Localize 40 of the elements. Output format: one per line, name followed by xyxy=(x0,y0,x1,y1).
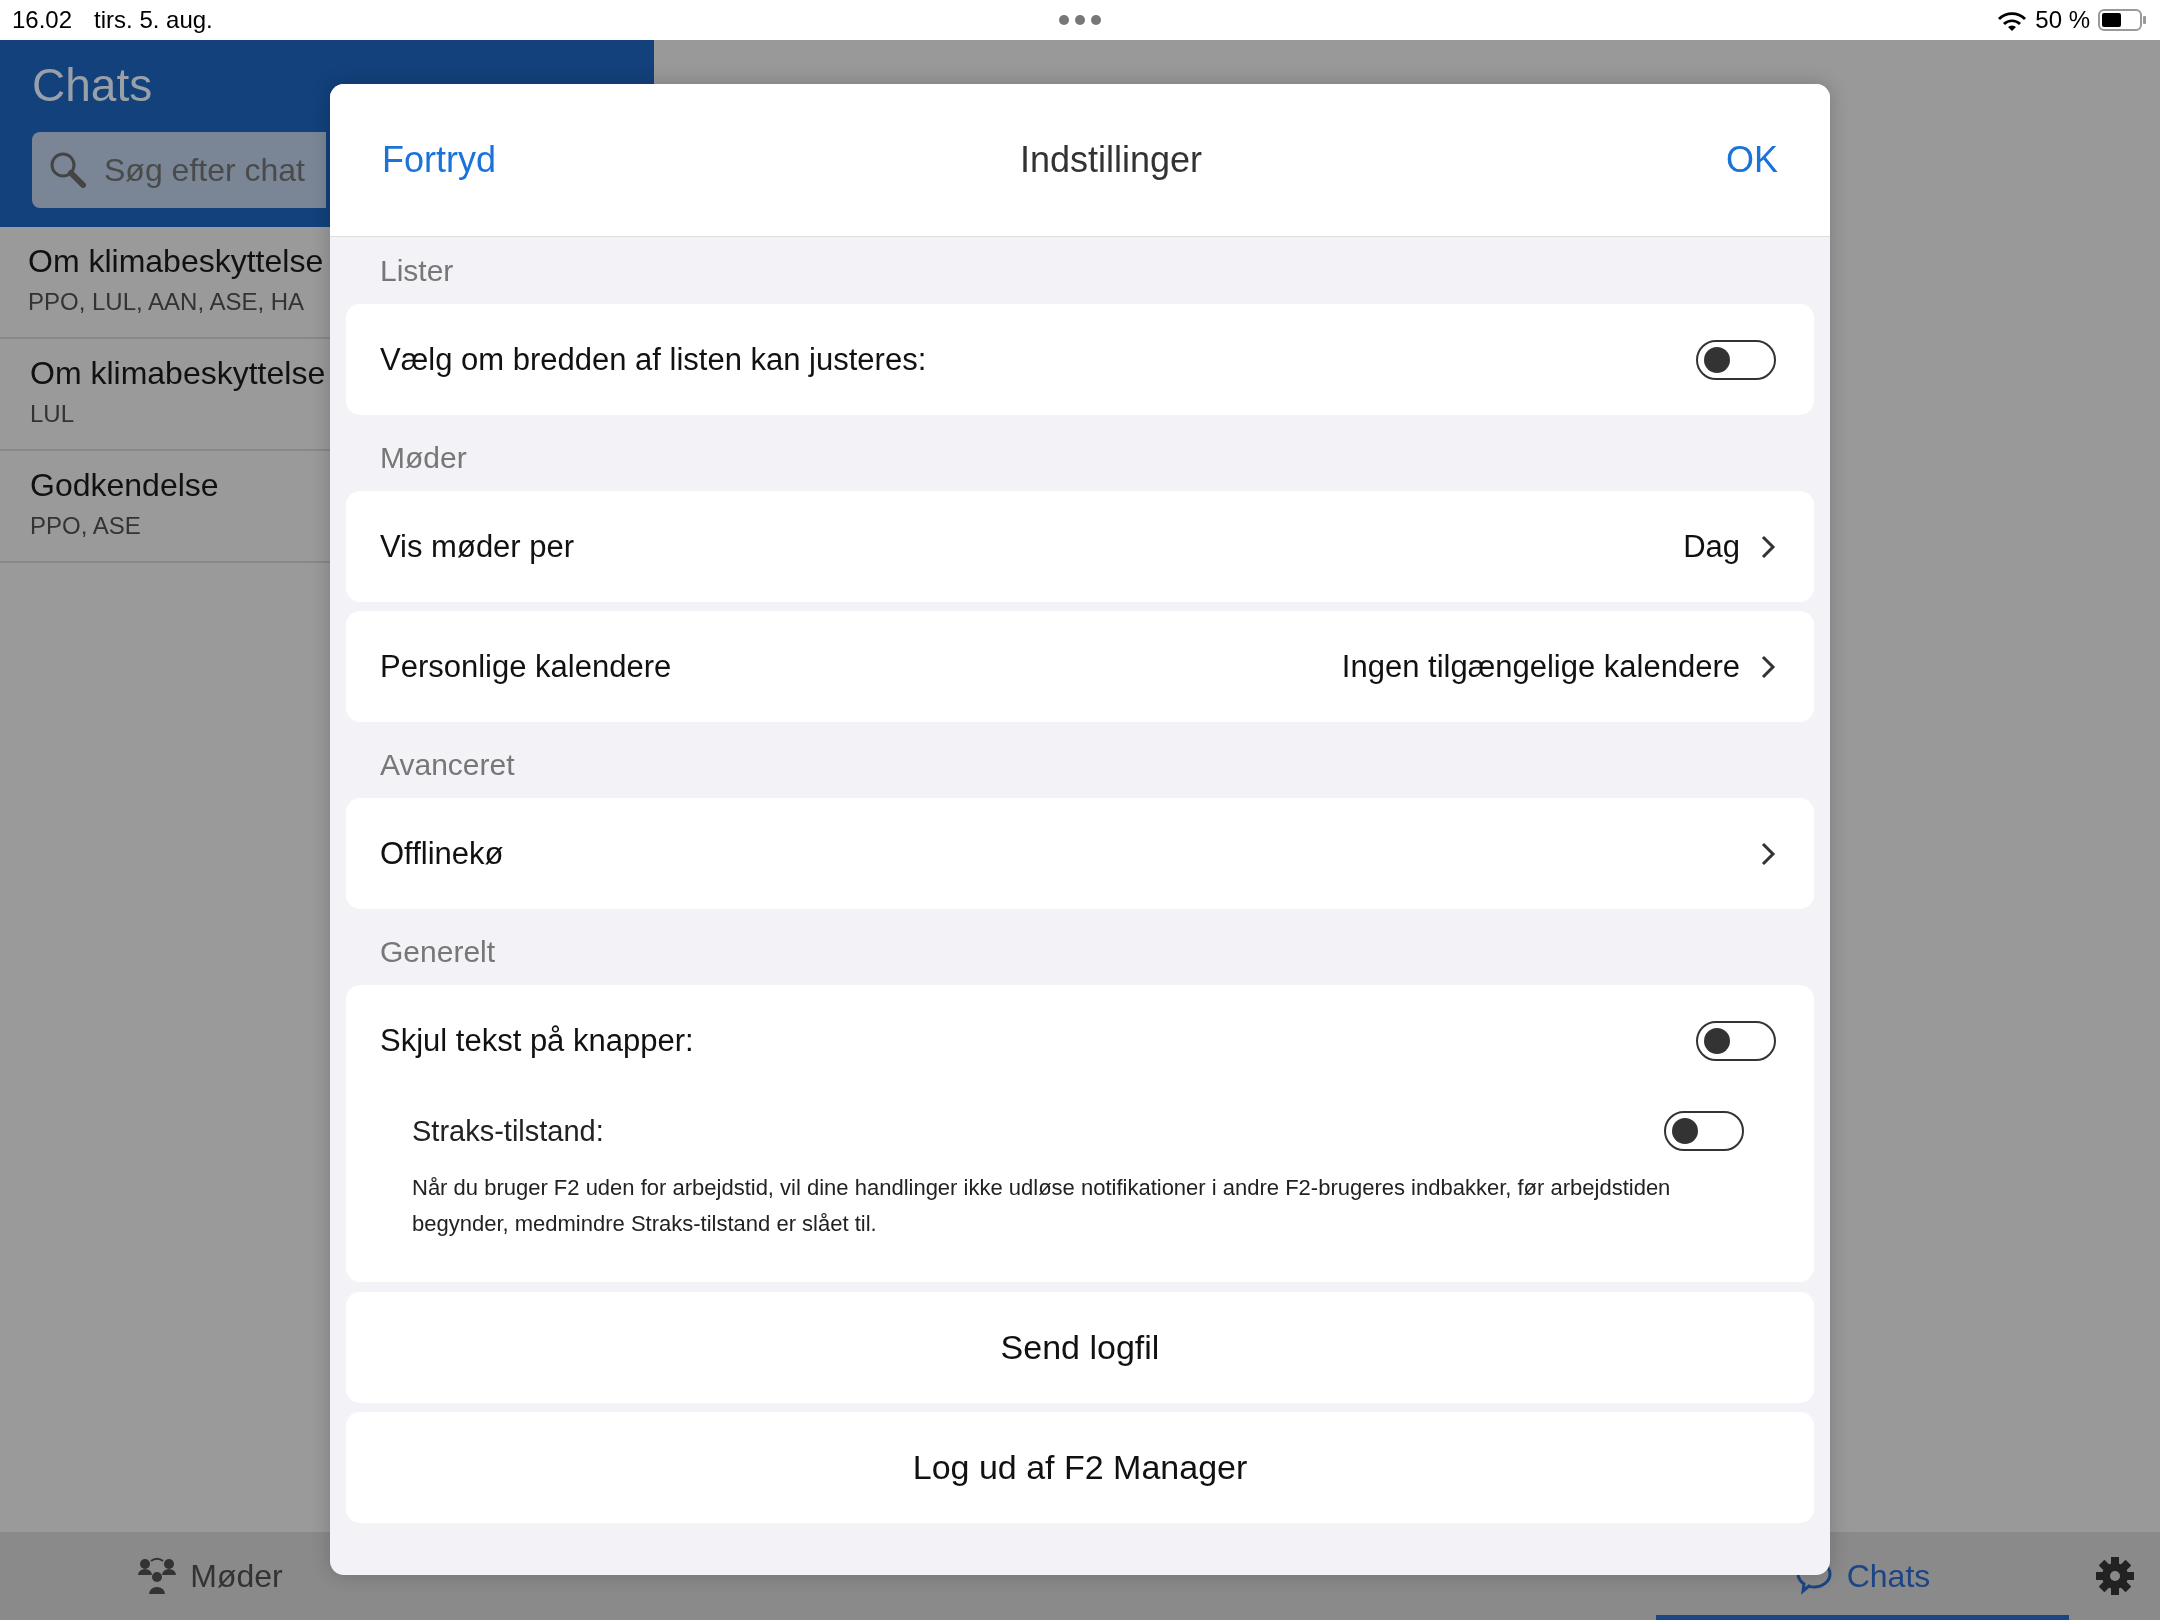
chat-title[interactable]: Godkendelse xyxy=(30,467,219,504)
settings-row[interactable]: Offlinekø xyxy=(346,798,1814,909)
chevron-right-icon xyxy=(1760,653,1776,680)
wifi-icon xyxy=(1997,9,2028,31)
setting-label: Vælg om bredden af listen kan justeres: xyxy=(380,341,928,378)
chat-title[interactable]: Om klimabeskyttelse xyxy=(30,355,326,392)
toggle-switch[interactable] xyxy=(1664,1111,1744,1151)
settings-row[interactable]: Personlige kalendere Ingen tilgængelige kalendere xyxy=(346,611,1814,722)
tab[interactable]: Møder xyxy=(4,1532,417,1620)
settings-row[interactable]: Vis møder per Dag xyxy=(346,491,1814,602)
settings-icon[interactable] xyxy=(2095,1557,2134,1595)
chat-title[interactable]: Om klimabeskyttelse xyxy=(28,243,324,280)
chat-members: LUL xyxy=(30,400,75,428)
battery-percentage: 50 % xyxy=(2035,6,2090,34)
setting-label: Straks-tilstand: xyxy=(412,1114,605,1148)
chat-members: PPO, LUL, AAN, ASE, HA xyxy=(28,288,305,316)
battery-icon xyxy=(2098,8,2148,32)
ok-button[interactable]: OK xyxy=(1726,139,1778,181)
chevron-right-icon xyxy=(1760,840,1776,867)
chevron-right-icon xyxy=(1760,533,1776,560)
status-time: 16.02 xyxy=(12,6,73,34)
search-field[interactable]: Søg efter chat xyxy=(32,132,326,208)
people-group-icon xyxy=(138,1557,177,1595)
section-header: Avanceret xyxy=(380,747,515,782)
toggle-switch[interactable] xyxy=(1696,339,1776,380)
setting-description: Når du bruger F2 uden for arbejdstid, vil dine handlinger ikke udløse notifikationer i andre F2-brugeres indbakker, før arbejdstiden begynder, medmindre Straks-tilstand er slået til. xyxy=(412,1174,1672,1238)
section-header: Lister xyxy=(380,253,454,288)
action-button[interactable]: Log ud af F2 Manager xyxy=(346,1412,1814,1523)
toggle-switch[interactable] xyxy=(1696,1020,1776,1061)
multitasking-dots-icon[interactable] xyxy=(1058,14,1102,26)
section-header: Møder xyxy=(380,440,467,475)
cancel-button[interactable]: Fortryd xyxy=(382,139,496,181)
sidebar-title: Chats xyxy=(32,58,154,112)
setting-label: Skjul tekst på knapper: xyxy=(380,1022,695,1059)
section-header: Generelt xyxy=(380,934,496,969)
search-icon xyxy=(48,150,88,190)
chat-members: PPO, ASE xyxy=(30,512,141,540)
status-date: tirs. 5. aug. xyxy=(94,6,213,34)
dialog-title: Indstillinger xyxy=(1018,139,1204,181)
action-button[interactable]: Send logfil xyxy=(346,1292,1814,1403)
